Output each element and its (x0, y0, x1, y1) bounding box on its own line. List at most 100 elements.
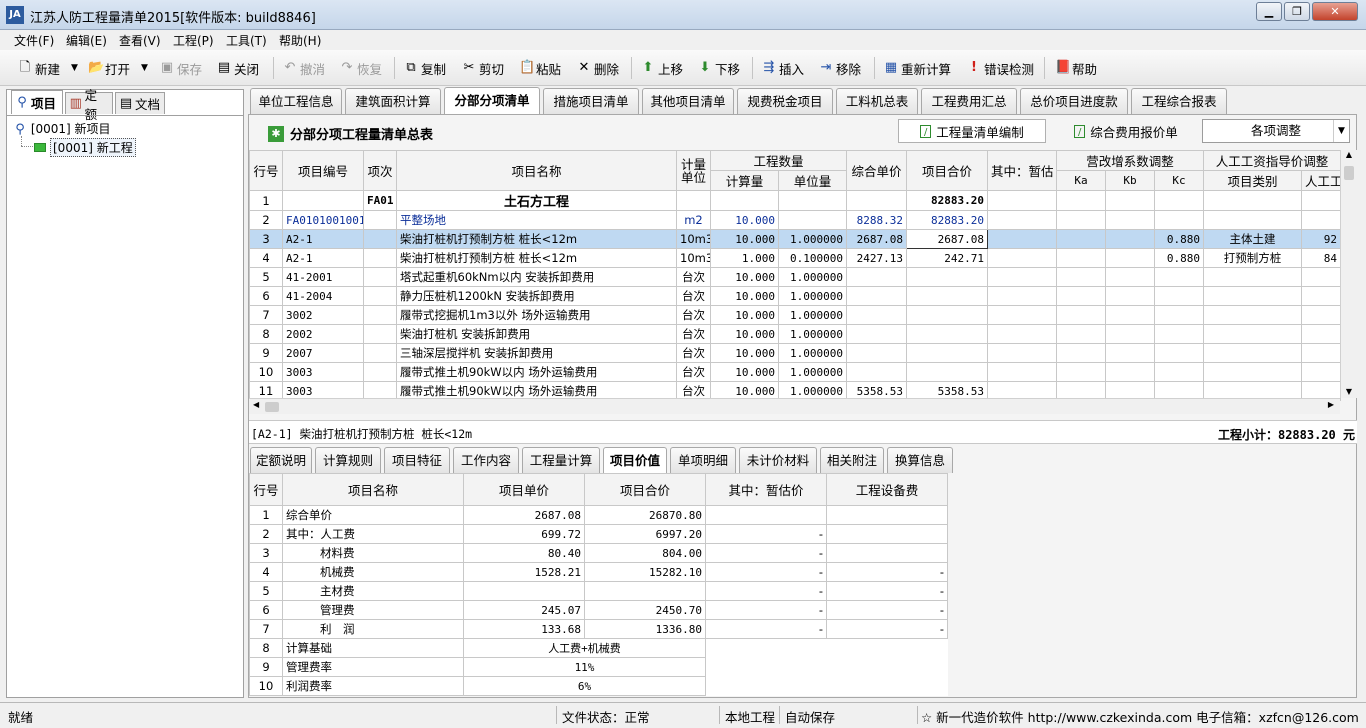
cell-est[interactable] (987, 267, 1058, 287)
cell-name[interactable]: 柴油打桩机 安装拆卸费用 (396, 324, 677, 344)
cell-name[interactable]: 柴油打桩机打预制方桩 桩长<12m (396, 248, 677, 268)
cell-est[interactable] (987, 362, 1058, 382)
cell-price[interactable]: 1528.21 (463, 562, 585, 582)
cell-price[interactable]: 2687.08 (463, 505, 585, 525)
cell-uq[interactable]: 1.000000 (777, 343, 848, 363)
save-button[interactable]: ▣ 保存 (160, 59, 202, 77)
cell-total[interactable] (906, 343, 989, 363)
scroll-down-arrow[interactable]: ▼ (1341, 387, 1357, 396)
cell-item[interactable] (363, 324, 397, 344)
cell-merged[interactable]: 6% (463, 676, 706, 696)
redo-button[interactable]: ↷ 恢复 (340, 59, 382, 77)
cell-name[interactable]: 计算基础 (282, 638, 464, 658)
cell-name[interactable]: 履带式挖掘机1m3以外 场外运输费用 (396, 305, 677, 325)
cell-no[interactable]: 8 (249, 638, 283, 658)
tab-fees-taxes[interactable]: 规费税金项目 (737, 88, 833, 114)
cell-code[interactable]: FA0101001001 (282, 210, 364, 230)
cell-equip[interactable] (826, 638, 948, 658)
cell-calc[interactable]: 1.000 (710, 248, 779, 268)
cell-total[interactable]: 804.00 (584, 543, 706, 563)
cell-price[interactable] (846, 305, 908, 325)
cell-total[interactable]: 26870.80 (584, 505, 706, 525)
cell-no[interactable]: 2 (249, 210, 283, 230)
cell-cat[interactable] (1203, 305, 1303, 325)
cell-item[interactable] (363, 305, 397, 325)
tab-single-detail[interactable]: 单项明细 (670, 447, 736, 473)
cell-item[interactable] (363, 229, 397, 249)
menu-project[interactable]: 工程(P) (173, 32, 214, 49)
tab-document[interactable]: ▤ 文档 (115, 92, 165, 114)
cell-item[interactable] (363, 267, 397, 287)
cell-kb[interactable] (1105, 305, 1156, 325)
table-row[interactable]: 8 2002 柴油打桩机 安装拆卸费用 台次 10.000 1.000000 (249, 324, 1342, 344)
tab-bill-compile[interactable]: / 工程量清单编制 (898, 119, 1046, 143)
cell-name[interactable]: 静力压桩机1200kN 安装拆卸费用 (396, 286, 677, 306)
cell-kc[interactable] (1154, 267, 1205, 287)
cell-labor[interactable] (1301, 305, 1342, 325)
cell-price[interactable]: 80.40 (463, 543, 585, 563)
cell-est[interactable] (987, 190, 1058, 211)
cell-item[interactable]: FA01 (363, 190, 397, 211)
cell-ka[interactable] (1056, 210, 1107, 230)
tab-unpriced-materials[interactable]: 未计价材料 (739, 447, 817, 473)
cell-no[interactable]: 5 (249, 581, 283, 601)
copy-button[interactable]: ⧉ 复制 (404, 59, 446, 77)
cell-total[interactable]: 82883.20 (906, 210, 989, 230)
cell-equip[interactable] (826, 505, 948, 525)
cell-code[interactable]: A2-1 (282, 248, 364, 268)
cell-code[interactable]: 41-2004 (282, 286, 364, 306)
cell-uq[interactable]: 1.000000 (777, 362, 848, 382)
move-down-button[interactable]: ⬇ 下移 (698, 59, 740, 77)
cell-labor[interactable]: 92 (1301, 229, 1342, 249)
cell-est[interactable]: - (705, 543, 827, 563)
cell-kc[interactable] (1154, 343, 1205, 363)
cell-price[interactable] (846, 286, 908, 306)
cell-no[interactable]: 6 (249, 286, 283, 306)
adjustment-select[interactable]: 各项调整 ▼ (1202, 119, 1350, 143)
cell-name[interactable]: 柴油打桩机打预制方桩 桩长<12m (396, 229, 677, 249)
tab-work-content[interactable]: 工作内容 (453, 447, 519, 473)
cell-labor[interactable] (1301, 324, 1342, 344)
cell-cat[interactable] (1203, 190, 1303, 211)
table-row[interactable]: 10 利润费率 6% (249, 676, 948, 696)
cell-kc[interactable] (1154, 286, 1205, 306)
cell-labor[interactable] (1301, 286, 1342, 306)
cell-total[interactable]: 242.71 (906, 248, 989, 268)
tree-node-engineering[interactable]: [0001] 新工程 (34, 138, 136, 157)
cell-est[interactable]: - (705, 562, 827, 582)
scroll-right-arrow[interactable]: ▶ (1328, 400, 1334, 409)
cell-total[interactable]: 2450.70 (584, 600, 706, 620)
cell-code[interactable]: 41-2001 (282, 267, 364, 287)
cell-est[interactable]: - (705, 581, 827, 601)
cell-kb[interactable] (1105, 190, 1156, 211)
cell-est[interactable] (705, 676, 827, 696)
cell-no[interactable]: 4 (249, 248, 283, 268)
cell-est[interactable] (987, 286, 1058, 306)
cell-item[interactable] (363, 343, 397, 363)
cell-uq[interactable]: 1.000000 (777, 305, 848, 325)
cell-unit[interactable]: 10m3 (676, 248, 711, 268)
cell-unit[interactable]: 台次 (676, 362, 711, 382)
table-row[interactable]: 3 材料费 80.40 804.00- (249, 543, 948, 563)
menu-edit[interactable]: 编辑(E) (66, 32, 107, 49)
cell-no[interactable]: 6 (249, 600, 283, 620)
cell-ka[interactable] (1056, 343, 1107, 363)
cell-total[interactable]: 2687.08 (906, 229, 989, 249)
cell-name[interactable]: 其中：人工费 (282, 524, 464, 544)
cell-ka[interactable] (1056, 324, 1107, 344)
cell-kc[interactable] (1154, 210, 1205, 230)
cell-unit[interactable]: 台次 (676, 343, 711, 363)
cell-cat[interactable]: 打预制方桩 (1203, 248, 1303, 268)
cell-code[interactable] (282, 190, 364, 211)
cell-item[interactable] (363, 248, 397, 268)
cell-equip[interactable]: - (826, 619, 948, 639)
cell-est[interactable]: - (705, 600, 827, 620)
cell-price[interactable]: 2427.13 (846, 248, 908, 268)
cell-price[interactable] (846, 362, 908, 382)
table-row[interactable]: 2 其中：人工费 699.72 6997.20- (249, 524, 948, 544)
cell-no[interactable]: 10 (249, 362, 283, 382)
cell-calc[interactable] (710, 190, 779, 211)
cell-est[interactable] (987, 305, 1058, 325)
cell-name[interactable]: 利润费率 (282, 676, 464, 696)
cell-price[interactable]: 2687.08 (846, 229, 908, 249)
